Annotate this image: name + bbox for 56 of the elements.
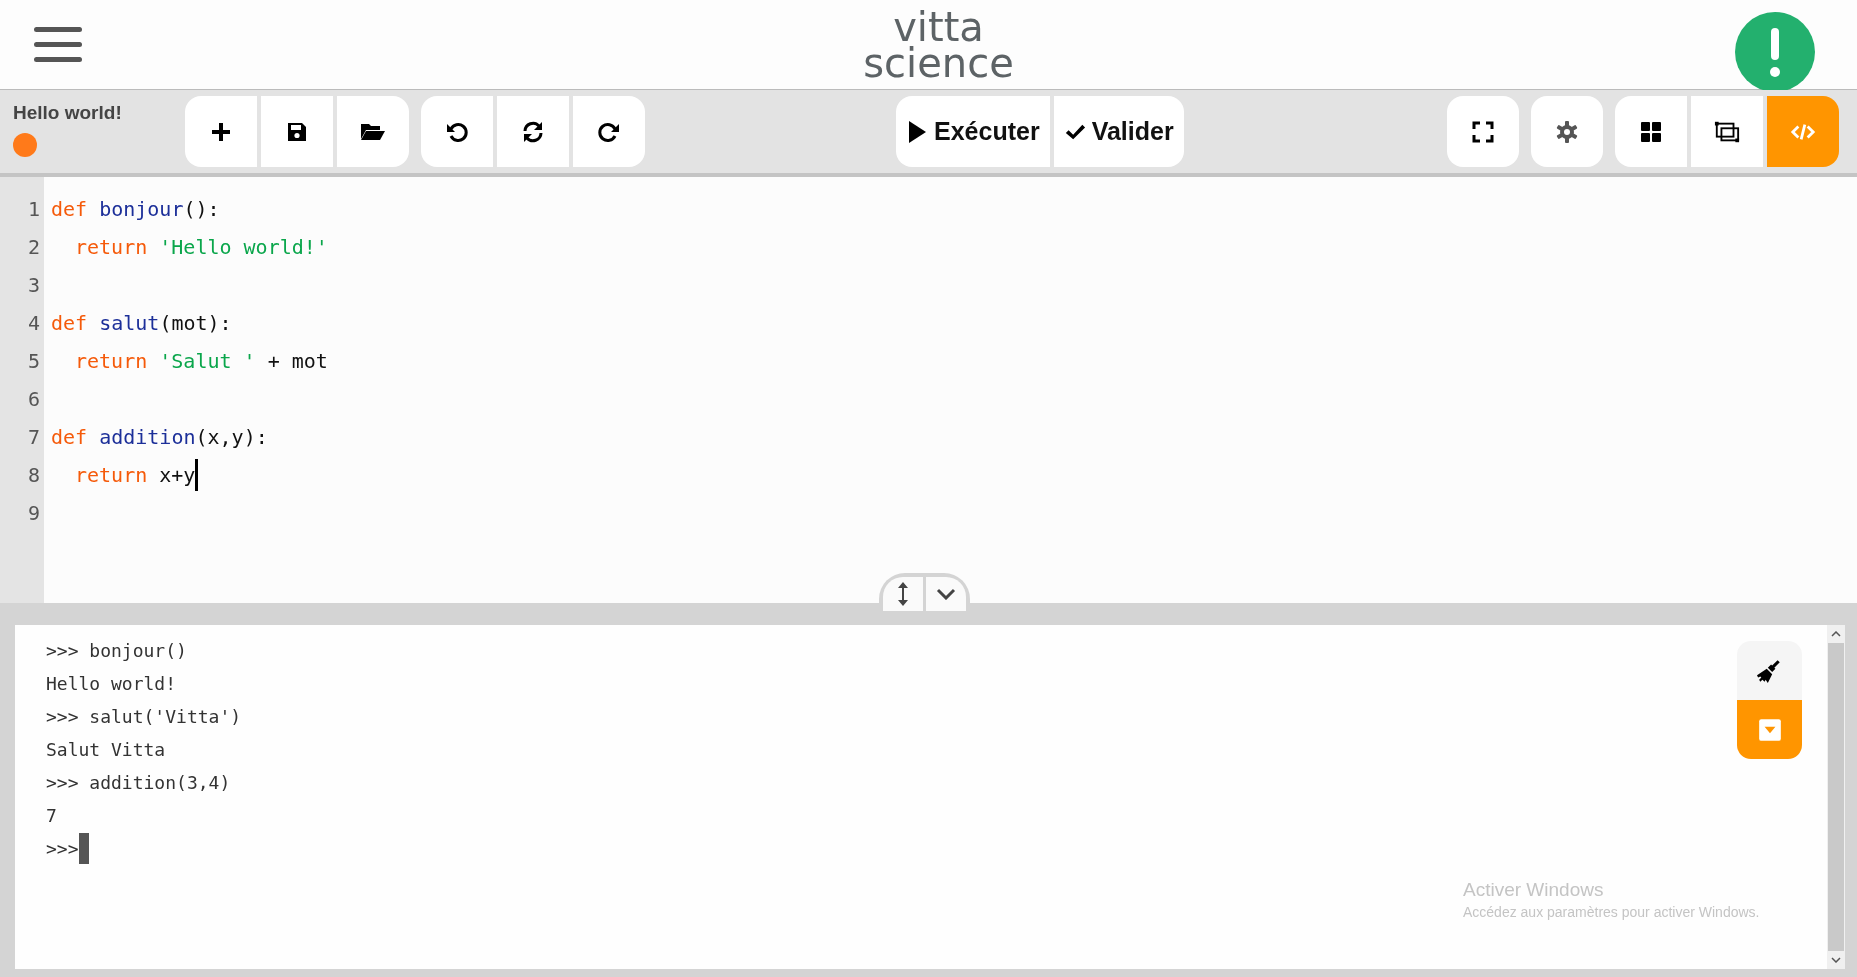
line-number: 2: [27, 234, 40, 261]
open-button[interactable]: [337, 96, 409, 167]
console-line: >>> bonjour(): [46, 639, 187, 663]
grid-icon: [1638, 119, 1664, 144]
activation-notice-title: Activer Windows: [1463, 879, 1605, 901]
code-line: def addition(x,y):: [51, 424, 268, 451]
line-number: 1: [27, 196, 40, 223]
console-cursor: [78, 833, 89, 864]
windows-icon: [1714, 119, 1740, 144]
code-line: def bonjour():: [51, 196, 220, 223]
save-button[interactable]: [261, 96, 333, 167]
console-line: >>> salut('Vitta'): [46, 705, 242, 729]
sync-button[interactable]: [497, 96, 569, 167]
redo-button[interactable]: [573, 96, 645, 167]
project-title: Hello world!: [13, 102, 123, 124]
console-prompt: >>>: [46, 837, 79, 861]
blocks-view-button[interactable]: [1615, 96, 1687, 167]
code-line: return 'Salut ' + mot: [75, 348, 328, 375]
scroll-down-icon[interactable]: [1831, 957, 1841, 963]
console-panel[interactable]: >>> bonjour() Hello world! >>> salut('Vitta') Salut Vitta >>> addition(3,4) 7 >>> Activer Windows Accédez aux paramètres pour activer Windows.: [15, 625, 1845, 969]
broom-icon: [1756, 657, 1783, 684]
scrollbar[interactable]: [1827, 625, 1845, 969]
menu-icon[interactable]: [34, 26, 82, 63]
line-number: 6: [27, 386, 40, 413]
console-line: >>> addition(3,4): [46, 771, 231, 795]
validate-button[interactable]: Valider: [1053, 96, 1184, 167]
scroll-up-icon[interactable]: [1831, 631, 1841, 637]
undo-button[interactable]: [421, 96, 493, 167]
code-line: def salut(mot):: [51, 310, 232, 337]
line-number: 5: [27, 348, 40, 375]
clear-console-button[interactable]: [1737, 641, 1802, 700]
resize-button[interactable]: [883, 577, 923, 611]
console-line: Salut Vitta: [46, 738, 166, 762]
line-number: 4: [27, 310, 40, 337]
activation-notice-text: Accédez aux paramètres pour activer Windows.: [1463, 904, 1760, 920]
run-button[interactable]: Exécuter: [896, 96, 1050, 167]
line-number: 9: [27, 500, 40, 527]
caret-down-icon: [1756, 716, 1783, 743]
settings-icon: [1554, 119, 1580, 144]
line-number: 8: [27, 462, 40, 489]
line-number: 7: [27, 424, 40, 451]
new-file-button[interactable]: [185, 96, 257, 167]
play-icon: [906, 119, 928, 144]
simulator-view-button[interactable]: [1691, 96, 1763, 167]
console-line: 7: [46, 804, 57, 828]
console-line: Hello world!: [46, 672, 177, 696]
settings-button[interactable]: [1531, 96, 1603, 167]
resize-icon: [897, 581, 909, 607]
fullscreen-icon: [1470, 119, 1496, 144]
chevron-down-icon: [936, 588, 956, 600]
fullscreen-button[interactable]: [1447, 96, 1519, 167]
code-line: return x+y: [75, 462, 196, 489]
code-line: return 'Hello world!': [75, 234, 328, 261]
line-number: 3: [27, 272, 40, 299]
logo[interactable]: vitta science: [863, 8, 1014, 81]
collapse-button[interactable]: [926, 577, 966, 611]
